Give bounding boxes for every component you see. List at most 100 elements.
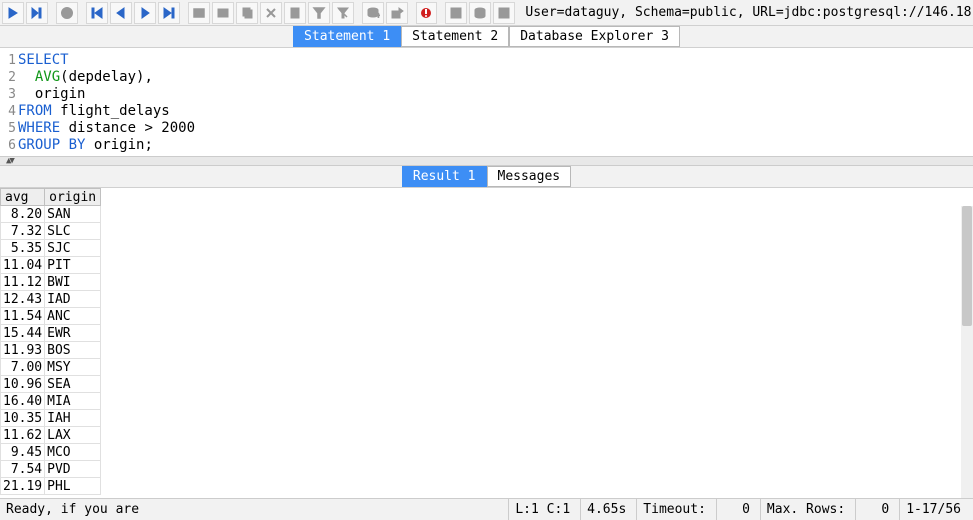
status-maxrows-value[interactable]: 0: [855, 499, 895, 520]
filter-icon[interactable]: [308, 2, 330, 24]
cell-avg[interactable]: 11.93: [1, 342, 45, 359]
cell-avg[interactable]: 10.35: [1, 410, 45, 427]
table-row[interactable]: 9.45MCO: [1, 444, 101, 461]
cell-avg[interactable]: 12.43: [1, 291, 45, 308]
code-line[interactable]: AVG(depdelay),: [18, 69, 153, 85]
cell-origin[interactable]: SJC: [45, 240, 101, 257]
prev-icon[interactable]: [110, 2, 132, 24]
table-row[interactable]: 11.93BOS: [1, 342, 101, 359]
svg-text:+: +: [376, 11, 380, 20]
scrollbar[interactable]: [961, 206, 973, 498]
cell-avg[interactable]: 11.04: [1, 257, 45, 274]
table-row[interactable]: 16.40MIA: [1, 393, 101, 410]
cell-origin[interactable]: BOS: [45, 342, 101, 359]
cell-origin[interactable]: SLC: [45, 223, 101, 240]
table-row[interactable]: 11.04PIT: [1, 257, 101, 274]
cell-avg[interactable]: 11.54: [1, 308, 45, 325]
grid-icon[interactable]: [445, 2, 467, 24]
delete-row-icon[interactable]: [260, 2, 282, 24]
sql-editor[interactable]: 1SELECT2 AVG(depdelay),3 origin4FROM fli…: [0, 48, 973, 156]
code-line[interactable]: SELECT: [18, 52, 69, 68]
cell-origin[interactable]: MSY: [45, 359, 101, 376]
line-gutter: 6: [0, 138, 18, 153]
table-row[interactable]: 5.35SJC: [1, 240, 101, 257]
tab-db-explorer[interactable]: Database Explorer 3: [509, 26, 680, 47]
cell-avg[interactable]: 16.40: [1, 393, 45, 410]
code-line[interactable]: WHERE distance > 2000: [18, 120, 195, 136]
column-header[interactable]: avg: [1, 189, 45, 206]
last-icon[interactable]: [158, 2, 180, 24]
code-line[interactable]: FROM flight_delays: [18, 103, 170, 119]
execute-icon[interactable]: [2, 2, 24, 24]
cell-origin[interactable]: MIA: [45, 393, 101, 410]
cell-origin[interactable]: EWR: [45, 325, 101, 342]
cell-avg[interactable]: 9.45: [1, 444, 45, 461]
table-row[interactable]: 11.12BWI: [1, 274, 101, 291]
status-bar: Ready, if you are L:1 C:1 4.65s Timeout:…: [0, 498, 973, 520]
table-row[interactable]: 12.43IAD: [1, 291, 101, 308]
select-columns-icon[interactable]: [284, 2, 306, 24]
table-row[interactable]: 7.00MSY: [1, 359, 101, 376]
cell-avg[interactable]: 7.32: [1, 223, 45, 240]
code-line[interactable]: GROUP BY origin;: [18, 137, 153, 153]
cell-avg[interactable]: 15.44: [1, 325, 45, 342]
results-panel: avgorigin 8.20SAN7.32SLC5.35SJC11.04PIT1…: [0, 188, 973, 498]
cell-origin[interactable]: IAD: [45, 291, 101, 308]
table-row[interactable]: 10.96SEA: [1, 376, 101, 393]
next-icon[interactable]: [134, 2, 156, 24]
cell-origin[interactable]: PIT: [45, 257, 101, 274]
tab-statement-1[interactable]: Statement 1: [293, 26, 401, 47]
tab-messages[interactable]: Messages: [487, 166, 572, 187]
cell-origin[interactable]: ANC: [45, 308, 101, 325]
column-header[interactable]: origin: [45, 189, 101, 206]
cell-origin[interactable]: PHL: [45, 478, 101, 495]
table-row[interactable]: 7.32SLC: [1, 223, 101, 240]
status-time: 4.65s: [580, 499, 632, 520]
cell-origin[interactable]: BWI: [45, 274, 101, 291]
table-row[interactable]: 10.35IAH: [1, 410, 101, 427]
tab-result-1[interactable]: Result 1: [402, 166, 487, 187]
results-grid[interactable]: avgorigin 8.20SAN7.32SLC5.35SJC11.04PIT1…: [0, 188, 101, 495]
status-ready: Ready, if you are: [6, 502, 139, 517]
insert-row-icon[interactable]: [212, 2, 234, 24]
line-gutter: 1: [0, 53, 18, 68]
clear-filter-icon[interactable]: [332, 2, 354, 24]
cell-avg[interactable]: 5.35: [1, 240, 45, 257]
status-maxrows-label: Max. Rows:: [760, 499, 851, 520]
table-row[interactable]: 15.44EWR: [1, 325, 101, 342]
scrollbar-thumb[interactable]: [962, 206, 972, 326]
panel-icon[interactable]: [493, 2, 515, 24]
rollback-icon[interactable]: [416, 2, 438, 24]
cell-avg[interactable]: 10.96: [1, 376, 45, 393]
code-line[interactable]: origin: [18, 86, 85, 102]
database-add-icon[interactable]: +: [362, 2, 384, 24]
execute-script-icon[interactable]: [26, 2, 48, 24]
splitter[interactable]: ▲▼: [0, 156, 973, 166]
stop-icon[interactable]: [56, 2, 78, 24]
cell-origin[interactable]: PVD: [45, 461, 101, 478]
commit-icon[interactable]: [188, 2, 210, 24]
tab-statement-2[interactable]: Statement 2: [401, 26, 509, 47]
table-row[interactable]: 11.62LAX: [1, 427, 101, 444]
cell-avg[interactable]: 21.19: [1, 478, 45, 495]
cell-origin[interactable]: SEA: [45, 376, 101, 393]
table-row[interactable]: 7.54PVD: [1, 461, 101, 478]
cell-avg[interactable]: 8.20: [1, 206, 45, 223]
table-row[interactable]: 21.19PHL: [1, 478, 101, 495]
cell-avg[interactable]: 7.54: [1, 461, 45, 478]
cell-avg[interactable]: 11.12: [1, 274, 45, 291]
table-row[interactable]: 8.20SAN: [1, 206, 101, 223]
first-icon[interactable]: [86, 2, 108, 24]
cell-avg[interactable]: 11.62: [1, 427, 45, 444]
line-gutter: 4: [0, 104, 18, 119]
table-row[interactable]: 11.54ANC: [1, 308, 101, 325]
status-timeout-value[interactable]: 0: [716, 499, 756, 520]
cell-origin[interactable]: SAN: [45, 206, 101, 223]
export-icon[interactable]: [386, 2, 408, 24]
copy-row-icon[interactable]: [236, 2, 258, 24]
cell-origin[interactable]: IAH: [45, 410, 101, 427]
cell-origin[interactable]: MCO: [45, 444, 101, 461]
cell-origin[interactable]: LAX: [45, 427, 101, 444]
cell-avg[interactable]: 7.00: [1, 359, 45, 376]
db-icon[interactable]: [469, 2, 491, 24]
